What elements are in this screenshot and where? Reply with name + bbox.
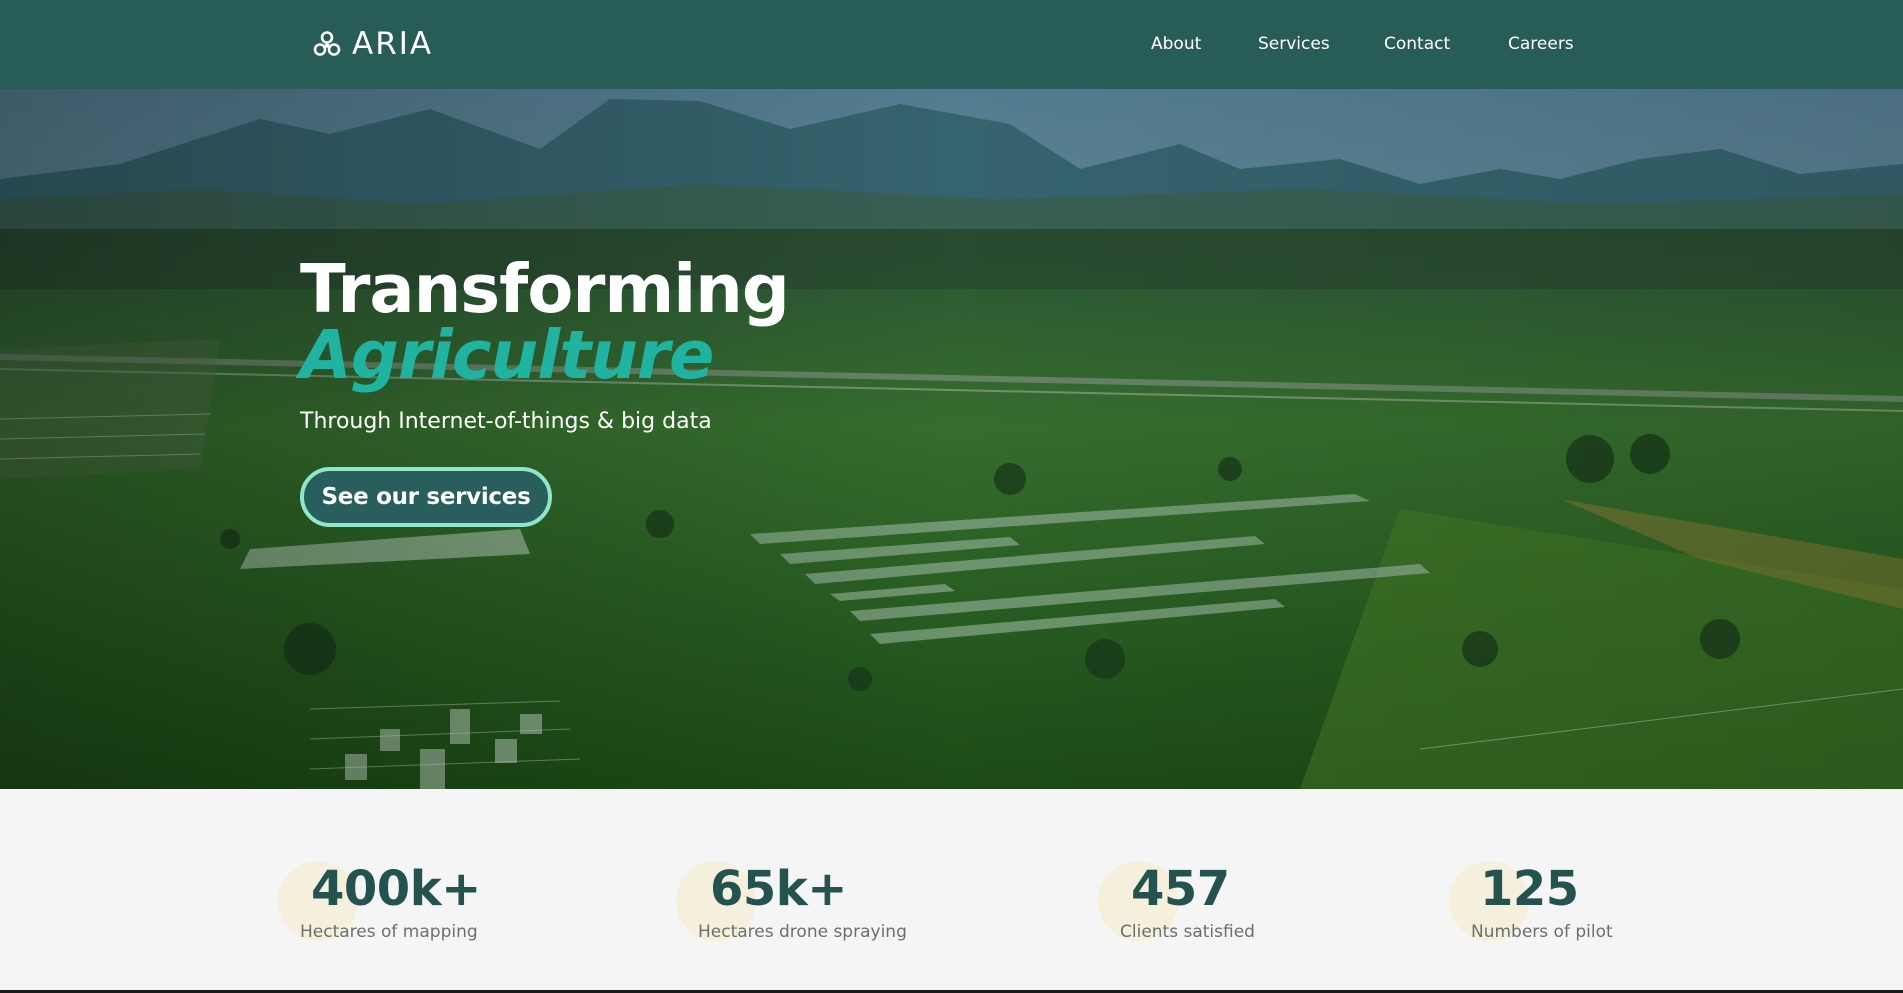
hero-subtitle: Through Internet-of-things & big data bbox=[300, 409, 712, 434]
stat-value: 65k+ bbox=[710, 861, 847, 917]
see-services-button[interactable]: See our services bbox=[300, 467, 552, 527]
stat-value: 125 bbox=[1480, 861, 1579, 917]
nav-link-about[interactable]: About bbox=[1151, 30, 1201, 58]
stat-item-pilots: 125 Numbers of pilot bbox=[1449, 861, 1613, 943]
stats-section: 400k+ Hectares of mapping 65k+ Hectares … bbox=[0, 789, 1903, 990]
top-navbar: ARIA About Services Contact Careers bbox=[0, 0, 1903, 89]
stat-item-mapping: 400k+ Hectares of mapping bbox=[278, 861, 481, 943]
hero-background-image bbox=[0, 89, 1903, 789]
hero-title: Transforming bbox=[300, 250, 790, 328]
stat-item-clients: 457 Clients satisfied bbox=[1098, 861, 1255, 943]
hero-title-accent: Agriculture bbox=[300, 316, 714, 394]
stat-value: 457 bbox=[1131, 861, 1230, 917]
stat-item-drone-spraying: 65k+ Hectares drone spraying bbox=[676, 861, 907, 943]
stat-label: Numbers of pilot bbox=[1471, 922, 1613, 942]
stat-label: Hectares of mapping bbox=[300, 922, 478, 942]
nav-link-services[interactable]: Services bbox=[1258, 30, 1330, 58]
stat-label: Hectares drone spraying bbox=[698, 922, 907, 942]
stat-value: 400k+ bbox=[311, 861, 481, 917]
main-nav: About Services Contact Careers bbox=[0, 30, 1903, 58]
hero-section: Transforming Agriculture Through Interne… bbox=[0, 89, 1903, 789]
nav-link-contact[interactable]: Contact bbox=[1384, 30, 1450, 58]
nav-link-careers[interactable]: Careers bbox=[1508, 30, 1574, 58]
stat-label: Clients satisfied bbox=[1120, 922, 1255, 942]
